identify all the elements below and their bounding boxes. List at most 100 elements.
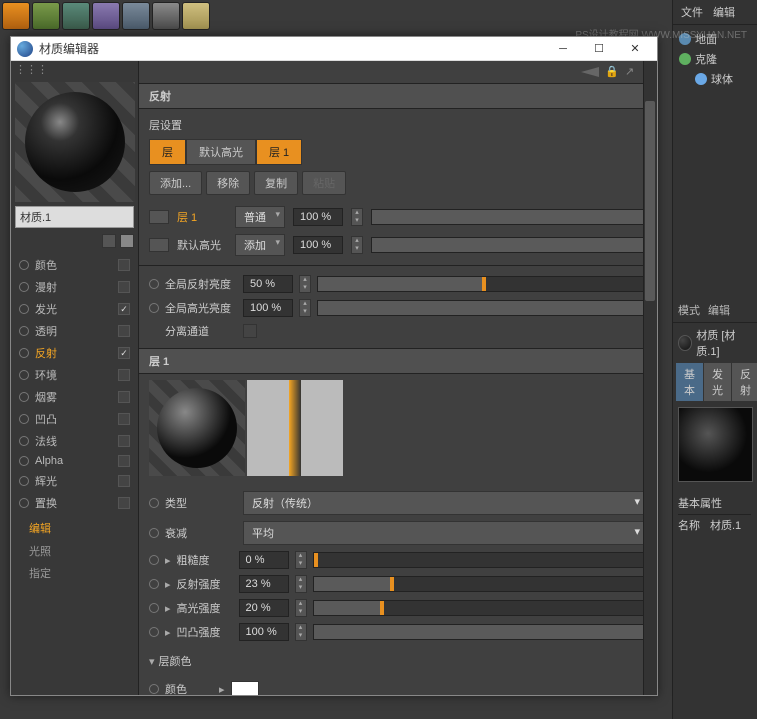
channel-checkbox[interactable] <box>118 435 130 447</box>
object-item-sphere[interactable]: 球体 <box>679 69 751 89</box>
grip-icon[interactable]: ⋮⋮⋮ <box>11 61 138 78</box>
radio-icon[interactable] <box>19 498 29 508</box>
channel-checkbox[interactable] <box>118 325 130 337</box>
bump-strength-slider[interactable] <box>313 624 647 640</box>
radio-icon[interactable] <box>19 476 29 486</box>
type-select[interactable]: 反射（传统） <box>243 491 647 515</box>
radio-icon[interactable] <box>19 282 29 292</box>
radio-icon[interactable] <box>149 579 159 589</box>
spinner[interactable] <box>295 623 307 641</box>
name-value[interactable]: 材质.1 <box>710 517 741 533</box>
close-button[interactable]: ✕ <box>619 39 651 59</box>
refl-strength-slider[interactable] <box>313 576 647 592</box>
channel-checkbox[interactable] <box>118 413 130 425</box>
global-refl-slider[interactable] <box>317 276 647 292</box>
radio-icon[interactable] <box>149 603 159 613</box>
tool-leaf-icon[interactable] <box>92 2 120 30</box>
prev-arrow-icon[interactable] <box>102 234 116 248</box>
channel-environment[interactable]: 环境 <box>11 364 138 386</box>
channel-checkbox[interactable] <box>118 455 130 467</box>
spinner[interactable] <box>351 208 363 226</box>
radio-icon[interactable] <box>149 498 159 508</box>
lock-icon[interactable]: 🔒 <box>605 65 619 79</box>
titlebar[interactable]: 材质编辑器 ─ ☐ ✕ <box>11 37 657 61</box>
maximize-button[interactable]: ☐ <box>583 39 615 59</box>
layer-slider[interactable] <box>371 209 647 225</box>
radio-icon[interactable] <box>19 436 29 446</box>
channel-alpha[interactable]: Alpha <box>11 452 138 470</box>
copy-button[interactable]: 复制 <box>254 171 298 195</box>
channel-fog[interactable]: 烟雾 <box>11 386 138 408</box>
channel-checkbox[interactable] <box>118 369 130 381</box>
menu-edit[interactable]: 编辑 <box>713 4 735 20</box>
spinner[interactable] <box>351 236 363 254</box>
channel-normal[interactable]: 法线 <box>11 430 138 452</box>
layer-slider[interactable] <box>371 237 647 253</box>
bump-strength-value[interactable]: 100 % <box>239 623 289 641</box>
menu-file[interactable]: 文件 <box>681 4 703 20</box>
channel-checkbox[interactable] <box>118 303 130 315</box>
menu-edit2[interactable]: 编辑 <box>708 302 730 318</box>
channel-checkbox[interactable] <box>118 347 130 359</box>
spec-strength-slider[interactable] <box>313 600 647 616</box>
radio-icon[interactable] <box>149 279 159 289</box>
pick-arrow-icon[interactable] <box>120 234 134 248</box>
layer-value[interactable]: 100 % <box>293 208 343 226</box>
tool-camera-icon[interactable] <box>152 2 180 30</box>
object-item-floor[interactable]: 地面 <box>679 29 751 49</box>
eye-icon[interactable] <box>149 238 169 252</box>
spinner[interactable] <box>299 275 311 293</box>
tab-layer[interactable]: 层 <box>149 139 186 165</box>
channel-checkbox[interactable] <box>118 475 130 487</box>
radio-icon[interactable] <box>19 370 29 380</box>
roughness-value[interactable]: 0 % <box>239 551 289 569</box>
radio-icon[interactable] <box>19 326 29 336</box>
spinner[interactable] <box>295 599 307 617</box>
radio-icon[interactable] <box>149 684 159 694</box>
material-item[interactable]: 材质 [材质.1] <box>672 323 757 363</box>
channel-checkbox[interactable] <box>118 281 130 293</box>
assign-item[interactable]: 指定 <box>11 562 138 584</box>
menu-mode[interactable]: 模式 <box>678 302 700 318</box>
spec-strength-value[interactable]: 20 % <box>239 599 289 617</box>
layer-value[interactable]: 100 % <box>293 236 343 254</box>
channel-transparency[interactable]: 透明 <box>11 320 138 342</box>
tool-puzzle-icon[interactable] <box>62 2 90 30</box>
radio-icon[interactable] <box>19 304 29 314</box>
layer-name[interactable]: 层 1 <box>177 209 227 225</box>
scrollbar-thumb[interactable] <box>645 101 655 301</box>
scrollbar[interactable] <box>643 61 657 695</box>
tab-default-spec[interactable]: 默认高光 <box>186 139 256 165</box>
channel-checkbox[interactable] <box>118 259 130 271</box>
channel-reflection[interactable]: 反射 <box>11 342 138 364</box>
radio-icon[interactable] <box>19 456 29 466</box>
channel-checkbox[interactable] <box>118 497 130 509</box>
eye-icon[interactable] <box>149 210 169 224</box>
minimize-button[interactable]: ─ <box>547 39 579 59</box>
separate-checkbox[interactable] <box>243 324 257 338</box>
radio-icon[interactable] <box>149 627 159 637</box>
color-swatch[interactable] <box>231 681 259 695</box>
layer-preview-ball[interactable] <box>149 380 245 476</box>
tab-reflect[interactable]: 反射 <box>732 363 757 401</box>
illum-item[interactable]: 光照 <box>11 540 138 562</box>
channel-checkbox[interactable] <box>118 391 130 403</box>
tab-glow[interactable]: 发光 <box>704 363 731 401</box>
channel-diffuse[interactable]: 漫射 <box>11 276 138 298</box>
tool-light-icon[interactable] <box>182 2 210 30</box>
falloff-select[interactable]: 平均 <box>243 521 647 545</box>
paste-button[interactable]: 粘贴 <box>302 171 346 195</box>
object-item-clone[interactable]: 克隆 <box>679 49 751 69</box>
channel-luminance[interactable]: 发光 <box>11 298 138 320</box>
remove-button[interactable]: 移除 <box>206 171 250 195</box>
spinner[interactable] <box>299 299 311 317</box>
radio-icon[interactable] <box>19 392 29 402</box>
radio-icon[interactable] <box>19 348 29 358</box>
radio-icon[interactable] <box>149 555 159 565</box>
edit-item[interactable]: 编辑 <box>11 516 138 540</box>
spinner[interactable] <box>295 551 307 569</box>
refl-strength-value[interactable]: 23 % <box>239 575 289 593</box>
tab-layer1[interactable]: 层 1 <box>256 139 302 165</box>
link-icon[interactable]: ↗ <box>625 65 639 79</box>
layer-name[interactable]: 默认高光 <box>177 237 227 253</box>
